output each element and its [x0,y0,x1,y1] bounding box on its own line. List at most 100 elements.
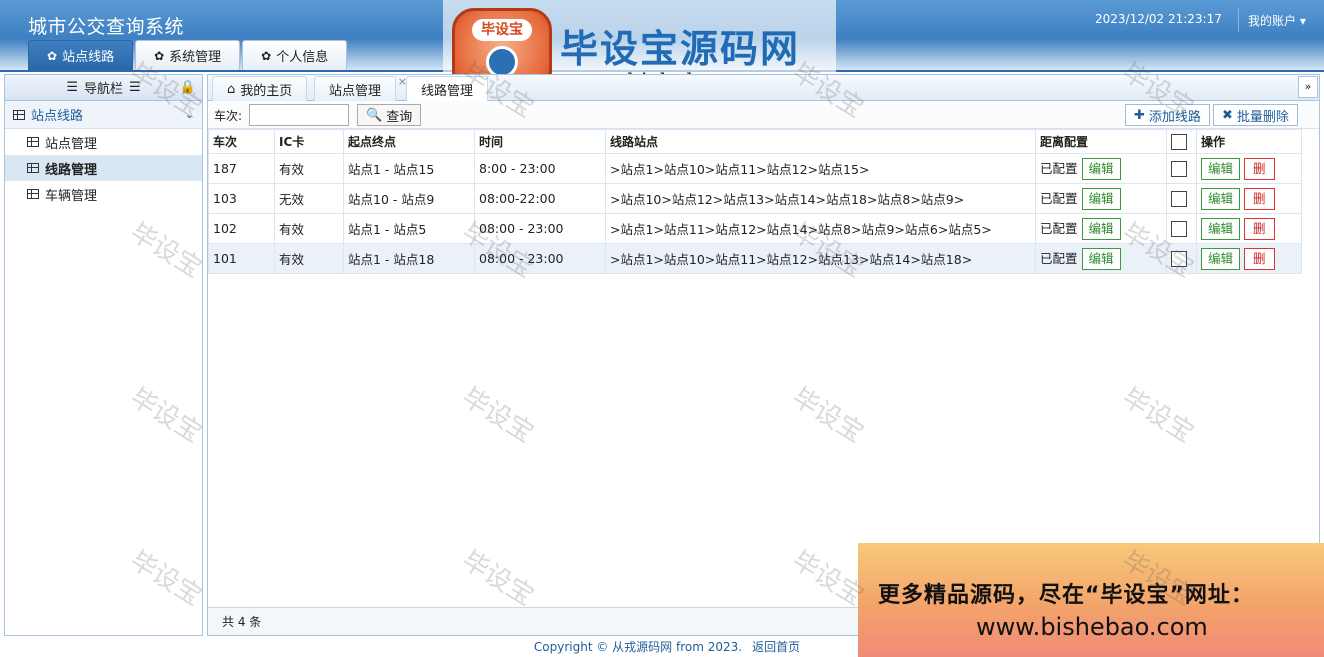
menu-icon: ☰ [129,80,141,95]
add-route-button[interactable]: ✚ 添加线路 [1125,104,1210,126]
sidebar-item-routes[interactable]: 线路管理 [5,155,202,181]
cell-distance: 已配置 编辑 [1035,213,1167,244]
distance-edit-button[interactable]: 编辑 [1081,247,1121,270]
delete-button[interactable]: 删 [1244,217,1275,240]
distance-status: 已配置 [1040,250,1078,266]
lock-icon[interactable]: 🔒 [180,80,196,95]
close-icon: ✖ [1222,107,1233,123]
gear-icon: ✿ [47,48,58,63]
batch-delete-button[interactable]: ✖ 批量删除 [1213,104,1298,126]
bus-no-input[interactable] [249,104,349,126]
col-time: 时间 [474,129,606,154]
cell-actions: 编辑删 [1196,213,1302,244]
cell-actions: 编辑删 [1196,243,1302,274]
cell-select [1166,153,1197,184]
edit-button[interactable]: 编辑 [1201,217,1241,240]
distance-edit-button[interactable]: 编辑 [1081,157,1121,180]
top-tabs: ✿ 站点线路 ✿ 系统管理 ✿ 个人信息 [28,40,349,70]
delete-button[interactable]: 删 [1244,157,1275,180]
cell-stations: >站点10>站点12>站点13>站点14>站点18>站点8>站点9> [605,183,1036,214]
header-divider [1238,8,1239,32]
col-distance: 距离配置 [1035,129,1167,154]
col-select-all [1166,129,1197,154]
sidebar-item-vehicles[interactable]: 车辆管理 [5,181,202,207]
top-tab-stations-routes[interactable]: ✿ 站点线路 [28,40,134,70]
cell-bus-no: 102 [208,213,275,244]
logo-badge-text: 毕设宝 [472,19,532,41]
search-button-label: 查询 [386,109,413,125]
col-stations: 线路站点 [605,129,1036,154]
plus-icon: ✚ [1134,107,1145,123]
promo-banner: 更多精品源码，尽在“毕设宝”网址： www.bishebao.com [858,543,1324,657]
route-table: 车次 IC卡 起点终点 时间 线路站点 距离配置 操作 187 有效 站点1 -… [208,129,1302,274]
cell-select [1166,213,1197,244]
add-route-label: 添加线路 [1148,109,1201,125]
cell-endpoints: 站点1 - 站点18 [343,243,475,274]
chevron-double-down-icon[interactable]: » [1298,76,1318,98]
cell-select [1166,243,1197,274]
cell-bus-no: 101 [208,243,275,274]
cell-stations: >站点1>站点10>站点11>站点12>站点15> [605,153,1036,184]
row-checkbox[interactable] [1171,250,1187,267]
sidebar-title: 导航栏 [83,82,123,97]
cell-endpoints: 站点10 - 站点9 [343,183,475,214]
cell-actions: 编辑删 [1196,183,1302,214]
table-icon [27,189,39,199]
cell-bus-no: 187 [208,153,275,184]
top-tab-system[interactable]: ✿ 系统管理 [135,40,241,70]
distance-edit-button[interactable]: 编辑 [1081,187,1121,210]
select-all-checkbox[interactable] [1171,133,1187,150]
copyright-text: Copyright © 从戎源码网 from 2023. [533,640,743,654]
edit-button[interactable]: 编辑 [1201,247,1241,270]
table-row: 101 有效 站点1 - 站点18 08:00 - 23:00 >站点1>站点1… [208,243,1302,274]
sidebar-item-stations[interactable]: 站点管理 [5,129,202,155]
search-icon: 🔍 [366,107,383,123]
tab-home[interactable]: ⌂ 我的主页 [212,76,308,101]
row-checkbox[interactable] [1171,220,1187,237]
chevron-down-icon: ⌄ [184,108,194,121]
cell-select [1166,183,1197,214]
home-icon: ⌂ [227,81,236,97]
table-row: 103 无效 站点10 - 站点9 08:00-22:00 >站点10>站点12… [208,183,1302,214]
sidebar-group-label: 站点线路 [31,109,84,124]
row-checkbox[interactable] [1171,190,1187,207]
tab-routes[interactable]: 线路管理 [406,76,489,102]
home-link[interactable]: 返回首页 [752,640,800,654]
cell-time: 08:00 - 23:00 [474,243,606,274]
cell-time: 08:00-22:00 [474,183,606,214]
cell-endpoints: 站点1 - 站点5 [343,213,475,244]
top-tab-label: 个人信息 [276,50,329,65]
cell-ic-card: 有效 [274,213,344,244]
distance-edit-button[interactable]: 编辑 [1081,217,1121,240]
table-row: 102 有效 站点1 - 站点5 08:00 - 23:00 >站点1>站点11… [208,213,1302,244]
cell-actions: 编辑删 [1196,153,1302,184]
edit-button[interactable]: 编辑 [1201,187,1241,210]
top-tab-profile[interactable]: ✿ 个人信息 [242,40,348,70]
delete-button[interactable]: 删 [1244,247,1275,270]
menu-icon: ☰ [66,80,78,95]
table-icon [27,163,39,173]
promo-line1: 更多精品源码，尽在“毕设宝”网址： [878,583,1254,608]
row-checkbox[interactable] [1171,160,1187,177]
cell-ic-card: 有效 [274,153,344,184]
sidebar-header: ☰ 导航栏 ☰ 🔒 [5,75,202,101]
cell-stations: >站点1>站点11>站点12>站点14>站点8>站点9>站点6>站点5> [605,213,1036,244]
distance-status: 已配置 [1040,160,1078,176]
account-menu[interactable]: 我的账户 ▾ [1248,12,1306,29]
gear-icon: ✿ [261,48,272,63]
logo-title: 毕设宝源码网 [560,27,801,71]
delete-button[interactable]: 删 [1244,187,1275,210]
cell-ic-card: 有效 [274,243,344,274]
table-row: 187 有效 站点1 - 站点15 8:00 - 23:00 >站点1>站点10… [208,153,1302,184]
cell-stations: >站点1>站点10>站点11>站点12>站点13>站点14>站点18> [605,243,1036,274]
top-tab-label: 站点线路 [62,50,115,65]
sidebar-item-label: 站点管理 [45,136,98,152]
sidebar-group-stations-routes[interactable]: 站点线路 ⌄ [5,101,202,129]
tab-stations[interactable]: 站点管理 × [314,75,407,101]
search-button[interactable]: 🔍 查询 [357,104,422,126]
edit-button[interactable]: 编辑 [1201,157,1241,180]
bus-no-label: 车次: [214,109,243,123]
page-tabbar: ⌂ 我的主页 站点管理 × 线路管理 » [208,75,1319,102]
gear-icon: ✿ [154,48,165,63]
cell-endpoints: 站点1 - 站点15 [343,153,475,184]
